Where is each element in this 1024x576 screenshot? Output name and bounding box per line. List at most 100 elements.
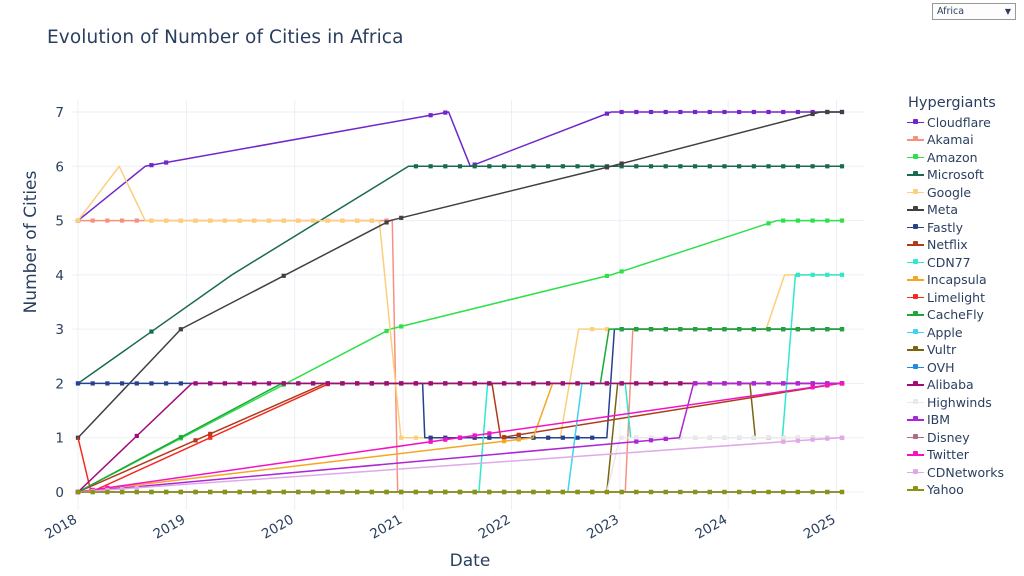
data-point-marker [737,109,742,115]
data-point-marker [178,381,183,386]
legend-item-ibm[interactable]: IBM [907,412,1019,430]
legend-item-twitter[interactable]: Twitter [907,447,1019,465]
data-point-marker [707,489,712,495]
legend-item-label: Netflix [927,237,968,252]
data-point-marker [722,327,727,332]
data-point-marker [560,164,565,169]
data-point-marker [149,218,154,223]
legend-item-highwinds[interactable]: Highwinds [907,394,1019,412]
legend-item-vultr[interactable]: Vultr [907,342,1019,360]
legend-item-label: Cloudflare [927,114,991,130]
data-point-marker [810,381,815,386]
data-point-marker [825,218,830,223]
legend-swatch-icon [907,432,924,444]
data-point-marker [707,435,712,440]
data-point-marker [575,381,580,386]
legend-item-cdnetworks[interactable]: CDNetworks [907,464,1019,482]
data-point-marker [722,489,727,495]
legend-item-akamai[interactable]: Akamai [907,132,1019,150]
data-point-marker [839,218,845,223]
data-point-marker [619,161,624,166]
data-point-marker [355,489,360,495]
data-point-marker [781,435,786,440]
y-tick-label: 1 [55,431,64,447]
legend-item-cdn77[interactable]: CDN77 [907,254,1019,272]
data-point-marker [134,218,139,223]
data-point-marker [546,164,551,169]
legend-item-cachefly[interactable]: CacheFly [907,307,1019,325]
data-point-marker [428,435,433,440]
data-point-marker [149,489,154,495]
legend-item-disney[interactable]: Disney [907,429,1019,447]
legend-item-label: Akamai [927,132,974,147]
data-point-marker [443,381,448,386]
data-point-marker [575,489,580,495]
data-point-marker [119,218,125,223]
data-point-marker [472,381,477,386]
data-point-marker [472,489,477,495]
data-point-marker [766,327,771,332]
data-point-marker [546,489,551,495]
legend-item-netflix[interactable]: Netflix [907,237,1019,255]
data-point-marker [707,109,712,115]
data-point-marker [340,218,345,223]
legend-item-cloudflare[interactable]: Cloudflare [907,114,1019,132]
data-point-marker [825,109,830,115]
data-point-marker [575,164,580,169]
data-point-marker [355,381,360,386]
data-point-marker [795,327,801,332]
data-point-marker [560,489,565,495]
legend-item-apple[interactable]: Apple [907,324,1019,342]
data-point-marker [604,111,610,116]
data-point-marker [781,381,786,386]
legend-item-amazon[interactable]: Amazon [907,149,1019,167]
data-point-marker [531,381,536,386]
y-tick-label: 5 [55,214,64,230]
data-point-marker [751,327,756,332]
data-point-marker [634,435,639,440]
data-point-marker [634,381,639,386]
legend-item-meta[interactable]: Meta [907,202,1019,220]
chart-page: Africa ▼ Evolution of Number of Cities i… [0,0,1024,576]
legend-item-label: Disney [927,429,970,445]
data-point-marker [590,381,595,386]
data-point-marker [222,381,228,386]
data-point-marker [707,327,712,332]
data-point-marker [751,435,756,440]
data-point-marker [384,381,389,386]
legend-swatch-icon [907,397,924,409]
data-point-marker [839,109,845,115]
legend-item-fastly[interactable]: Fastly [907,219,1019,237]
data-point-marker [428,439,433,444]
data-point-marker [340,381,345,386]
data-point-marker [751,489,756,495]
data-point-marker [707,164,712,169]
legend-item-google[interactable]: Google [907,184,1019,202]
x-tick-label: 2021 [367,512,405,543]
data-point-marker [281,381,286,386]
data-point-marker [487,435,492,440]
data-point-marker [237,489,242,495]
data-point-marker [737,164,742,169]
series-yahoo [75,489,845,495]
legend-item-label: Highwinds [927,394,992,410]
data-point-marker [296,218,301,223]
legend-item-ovh[interactable]: OVH [907,359,1019,377]
data-point-marker [457,435,463,440]
legend-swatch-icon [907,274,924,286]
series-cdnetworks [75,435,845,495]
legend-item-limelight[interactable]: Limelight [907,289,1019,307]
data-point-marker [208,218,213,223]
legend-item-alibaba[interactable]: Alibaba [907,377,1019,395]
x-tick-label: 2024 [692,512,730,543]
y-tick-label: 0 [55,485,64,501]
data-point-marker [252,381,257,386]
legend-swatch-icon [907,414,924,426]
data-point-marker [487,164,492,169]
legend-item-incapsula[interactable]: Incapsula [907,272,1019,290]
data-point-marker [178,489,183,495]
legend-item-yahoo[interactable]: Yahoo [907,482,1019,500]
legend-item-microsoft[interactable]: Microsoft [907,167,1019,185]
data-point-marker [369,218,374,223]
data-point-marker [781,489,786,495]
